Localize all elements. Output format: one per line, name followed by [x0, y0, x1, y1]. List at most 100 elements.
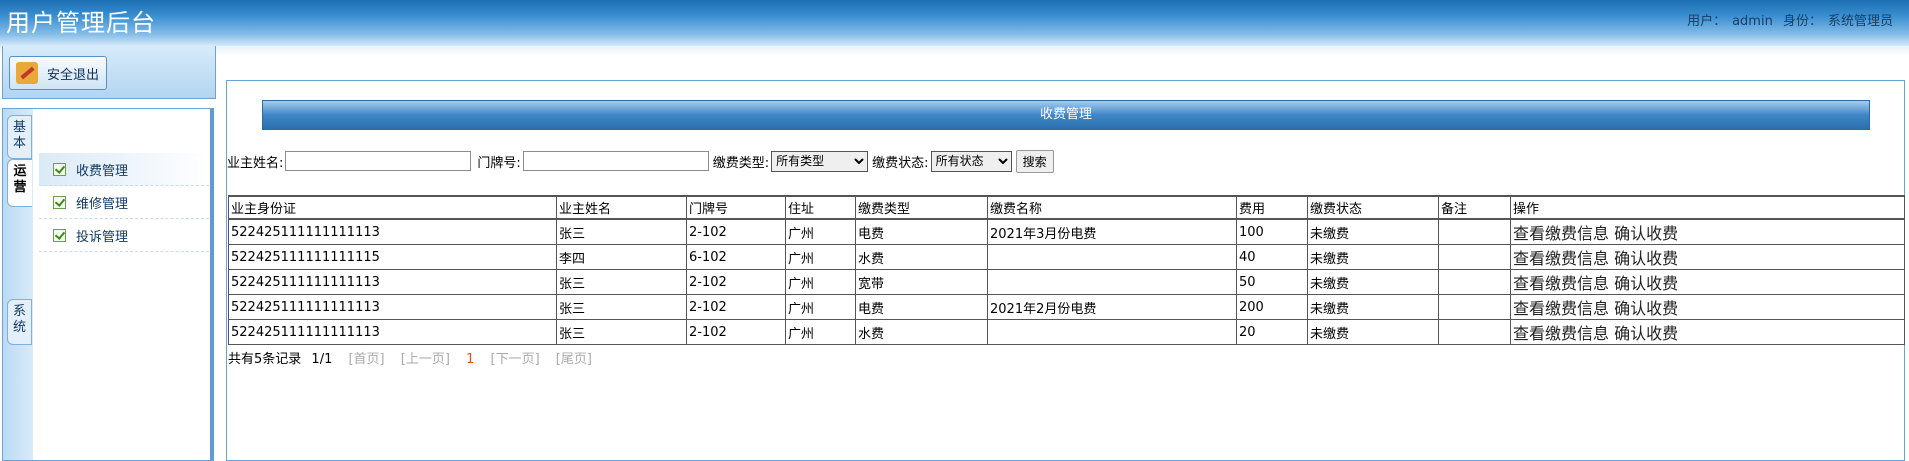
logout-icon — [16, 62, 38, 84]
tab-basic[interactable]: 基本 — [7, 115, 32, 159]
cell-address: 广州 — [785, 244, 856, 270]
cell-actions: 查看缴费信息 确认收费 — [1510, 269, 1905, 295]
search-form: 业主姓名: 门牌号: 缴费类型: 所有类型 缴费状态: 所有状态 搜索 — [227, 149, 1054, 173]
confirm-charge-link[interactable]: 确认收费 — [1614, 299, 1678, 318]
status-label: 缴费状态: — [872, 155, 929, 171]
status-select[interactable]: 所有状态 — [930, 150, 1012, 172]
cell-fee-type: 宽带 — [855, 269, 988, 295]
sidebar-item-complaints[interactable]: 投诉管理 — [39, 219, 209, 252]
logout-panel: 安全退出 — [2, 46, 216, 99]
cell-remark — [1438, 319, 1511, 345]
cell-owner-name: 张三 — [556, 294, 687, 320]
role-label: 身份： — [1782, 14, 1822, 29]
logout-button[interactable]: 安全退出 — [9, 56, 107, 90]
owner-name-input[interactable] — [285, 151, 472, 171]
col-header-id-card: 业主身份证 — [228, 195, 557, 220]
cell-fee-name: 2021年3月份电费 — [987, 218, 1237, 245]
cell-actions: 查看缴费信息 确认收费 — [1510, 319, 1905, 345]
cell-amount: 100 — [1236, 218, 1308, 245]
current-page: 1 — [466, 352, 475, 367]
cell-actions: 查看缴费信息 确认收费 — [1510, 244, 1905, 270]
prev-page-link[interactable]: [上一页] — [401, 352, 450, 367]
menu-list: 收费管理 维修管理 投诉管理 — [39, 153, 209, 252]
tab-system[interactable]: 系统 — [7, 299, 32, 345]
table-header-row: 业主身份证 业主姓名 门牌号 住址 缴费类型 缴费名称 费用 缴费状态 备注 操… — [228, 195, 1905, 220]
cell-actions: 查看缴费信息 确认收费 — [1510, 294, 1905, 320]
sidebar-item-fees[interactable]: 收费管理 — [39, 153, 209, 186]
sidebar-item-label: 维修管理 — [76, 196, 129, 212]
view-payment-link[interactable]: 查看缴费信息 — [1513, 249, 1609, 268]
header-divider — [0, 46, 1909, 56]
cell-remark — [1438, 269, 1511, 295]
table-row: 522425111111111113 张三 2-102 广州 电费 2021年3… — [228, 218, 1905, 245]
cell-amount: 20 — [1236, 319, 1308, 345]
cell-owner-name: 张三 — [556, 218, 687, 245]
view-payment-link[interactable]: 查看缴费信息 — [1513, 299, 1609, 318]
cell-remark — [1438, 244, 1511, 270]
menu-frame: 基本 运营 系统 收费管理 维修管理 投诉管理 — [2, 108, 214, 461]
role-name: 系统管理员 — [1827, 14, 1893, 29]
confirm-charge-link[interactable]: 确认收费 — [1614, 324, 1678, 343]
table-row: 522425111111111115 李四 6-102 广州 水费 40 未缴费… — [228, 244, 1905, 270]
col-header-actions: 操作 — [1510, 195, 1905, 220]
tab-operations-label: 运营 — [13, 164, 27, 195]
cell-owner-name: 李四 — [556, 244, 687, 270]
confirm-charge-link[interactable]: 确认收费 — [1614, 249, 1678, 268]
cell-remark — [1438, 218, 1511, 245]
app-title: 用户管理后台 — [6, 9, 156, 37]
checkbox-icon — [53, 195, 66, 209]
main-frame: 收费管理 业主姓名: 门牌号: 缴费类型: 所有类型 缴费状态: 所有状态 搜索… — [226, 80, 1905, 461]
cell-fee-name — [987, 269, 1237, 295]
view-payment-link[interactable]: 查看缴费信息 — [1513, 274, 1609, 293]
next-page-link[interactable]: [下一页] — [491, 352, 540, 367]
col-header-remark: 备注 — [1438, 195, 1511, 220]
sidebar: 安全退出 基本 运营 系统 收费管理 维修管理 投诉管理 — [0, 46, 218, 461]
tab-operations[interactable]: 运营 — [7, 159, 32, 207]
total-records: 共有5条记录 — [228, 352, 302, 367]
checkbox-icon — [53, 228, 66, 242]
cell-owner-name: 张三 — [556, 269, 687, 295]
last-page-link[interactable]: [尾页] — [556, 352, 592, 367]
door-number-input[interactable] — [522, 151, 709, 171]
cell-id-card: 522425111111111113 — [228, 319, 557, 345]
confirm-charge-link[interactable]: 确认收费 — [1614, 224, 1678, 243]
cell-status: 未缴费 — [1307, 294, 1439, 320]
tab-system-label: 系统 — [13, 304, 27, 335]
search-button[interactable]: 搜索 — [1015, 149, 1054, 173]
cell-door: 2-102 — [686, 269, 786, 295]
cell-fee-name — [987, 244, 1237, 270]
cell-remark — [1438, 294, 1511, 320]
table-row: 522425111111111113 张三 2-102 广州 宽带 50 未缴费… — [228, 269, 1905, 295]
col-header-address: 住址 — [785, 195, 856, 220]
col-header-door: 门牌号 — [686, 195, 786, 220]
user-info: 用户： admin 身份： 系统管理员 — [1681, 10, 1893, 29]
cell-fee-type: 水费 — [855, 319, 988, 345]
cell-door: 2-102 — [686, 294, 786, 320]
sidebar-item-repairs[interactable]: 维修管理 — [39, 186, 209, 219]
user-label: 用户： — [1687, 14, 1727, 29]
logout-label: 安全退出 — [47, 67, 100, 83]
cell-id-card: 522425111111111113 — [228, 269, 557, 295]
cell-amount: 40 — [1236, 244, 1308, 270]
cell-fee-type: 电费 — [855, 218, 988, 245]
first-page-link[interactable]: [首页] — [348, 352, 384, 367]
view-payment-link[interactable]: 查看缴费信息 — [1513, 324, 1609, 343]
owner-name-label: 业主姓名: — [227, 155, 284, 171]
sidebar-item-label: 收费管理 — [76, 163, 129, 179]
cell-address: 广州 — [785, 294, 856, 320]
view-payment-link[interactable]: 查看缴费信息 — [1513, 224, 1609, 243]
col-header-owner-name: 业主姓名 — [556, 195, 687, 220]
cell-amount: 50 — [1236, 269, 1308, 295]
cell-amount: 200 — [1236, 294, 1308, 320]
confirm-charge-link[interactable]: 确认收费 — [1614, 274, 1678, 293]
panel-title: 收费管理 — [262, 100, 1870, 130]
cell-fee-type: 水费 — [855, 244, 988, 270]
cell-address: 广州 — [785, 319, 856, 345]
cell-door: 2-102 — [686, 218, 786, 245]
sidebar-item-label: 投诉管理 — [76, 229, 129, 245]
fees-table: 业主身份证 业主姓名 门牌号 住址 缴费类型 缴费名称 费用 缴费状态 备注 操… — [228, 195, 1905, 345]
cell-owner-name: 张三 — [556, 319, 687, 345]
cell-status: 未缴费 — [1307, 218, 1439, 245]
fee-type-select[interactable]: 所有类型 — [771, 150, 869, 172]
tab-basic-label: 基本 — [13, 120, 27, 151]
